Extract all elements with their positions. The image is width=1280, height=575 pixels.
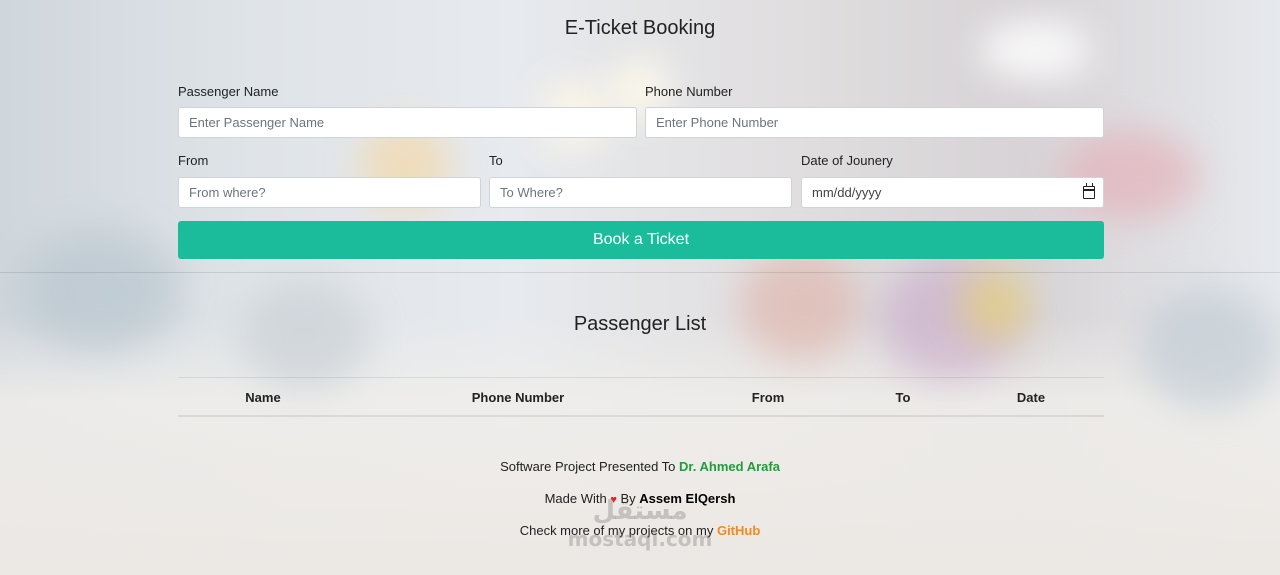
page-title: E-Ticket Booking [564,17,716,39]
github-link[interactable]: GitHub [717,523,760,538]
to-label: To [489,153,503,168]
from-label: From [178,153,209,168]
mostaql-watermark: مستقل mostaql.com [560,496,720,566]
column-header-phone: Phone Number [471,389,565,405]
to-input[interactable]: To Where? [489,177,792,208]
date-label: Date of Jounery [801,153,893,168]
section-divider [0,272,1280,273]
column-header-date: Date [1016,389,1046,405]
presented-to-text: Software Project Presented To [500,459,680,474]
passenger-list-title: Passenger List [573,313,707,335]
date-input[interactable]: mm/dd/yyyy [801,177,1104,208]
passenger-table: Name Phone Number From To Date [178,377,1104,417]
column-header-to: To [895,389,911,405]
watermark-arabic: مستقل [592,496,688,526]
calendar-icon[interactable] [1083,183,1095,199]
from-input[interactable]: From where? [178,177,481,208]
phone-number-input[interactable]: Enter Phone Number [645,107,1104,138]
watermark-domain: mostaql.com [567,527,713,551]
column-header-name: Name [245,389,281,405]
book-ticket-button[interactable]: Book a Ticket [178,221,1104,259]
phone-number-label: Phone Number [645,84,733,99]
teacher-name: Dr. Ahmed Arafa [679,459,780,474]
passenger-name-input[interactable]: Enter Passenger Name [178,107,637,138]
column-header-from: From [751,389,785,405]
date-placeholder: mm/dd/yyyy [812,185,882,200]
passenger-name-label: Passenger Name [178,84,279,99]
footer-presented-to: Software Project Presented To Dr. Ahmed … [0,459,1280,474]
